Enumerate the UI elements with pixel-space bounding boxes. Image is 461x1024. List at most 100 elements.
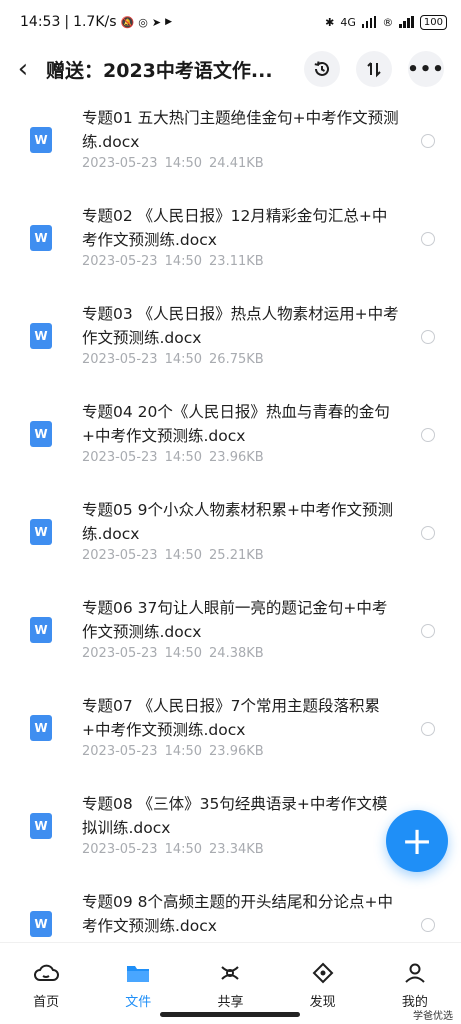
word-doc-icon: W <box>30 323 52 349</box>
file-row[interactable]: W 专题07 《人民日报》7个常用主题段落积累+中考作文预测练.docx 2023-… <box>0 682 461 780</box>
select-checkbox[interactable] <box>421 232 435 246</box>
watermark-small: 学爸优选 <box>413 1011 453 1022</box>
cloud-icon <box>33 961 60 985</box>
file-name: 专题06 37句让人眼前一亮的题记金句+中考作文预测练.docx <box>82 599 388 641</box>
back-button[interactable]: ‹ <box>0 44 46 94</box>
file-time: 14:50 <box>164 548 203 563</box>
file-time: 14:50 <box>164 254 203 269</box>
word-doc-icon: W <box>30 225 52 251</box>
file-size: 23.11KB <box>209 254 264 269</box>
file-date: 2023-05-23 <box>82 450 158 465</box>
status-right: ✱ 4G ® 100 <box>325 14 447 30</box>
home-indicator[interactable] <box>160 1012 300 1017</box>
file-time: 14:50 <box>164 842 203 857</box>
file-row[interactable]: W 专题04 20个《人民日报》热血与青春的金句+中考作文预测练.docx 2023… <box>0 388 461 486</box>
sort-icon <box>367 62 381 78</box>
registered-icon: ® <box>382 15 394 29</box>
select-checkbox[interactable] <box>421 330 435 344</box>
file-meta: 2023-05-23 14:50 25.21KB <box>82 548 271 563</box>
select-checkbox[interactable] <box>421 134 435 148</box>
file-date: 2023-05-23 <box>82 842 158 857</box>
file-meta: 2023-05-23 14:50 24.41KB <box>82 156 271 171</box>
tab-label: 文件 <box>125 995 152 1010</box>
more-button[interactable]: ••• <box>407 51 444 87</box>
chat-icon: ◎ <box>138 15 148 29</box>
select-checkbox[interactable] <box>421 526 435 540</box>
plus-icon: + <box>401 819 433 863</box>
tab-label: 共享 <box>217 995 244 1010</box>
select-checkbox[interactable] <box>421 624 435 638</box>
file-time: 14:50 <box>164 352 203 367</box>
word-doc-icon: W <box>30 127 52 153</box>
file-list: W 专题01 五大热门主题绝佳金句+中考作文预测练.docx 2023-05-23 1… <box>0 94 461 940</box>
file-name: 专题05 9个小众人物素材积累+中考作文预测练.docx <box>82 501 394 543</box>
add-button[interactable]: + <box>386 810 448 872</box>
file-row[interactable]: W 专题06 37句让人眼前一亮的题记金句+中考作文预测练.docx 2023-05… <box>0 584 461 682</box>
wifi-signal-icon <box>399 16 414 28</box>
network-type: 4G <box>340 15 356 29</box>
file-meta: 2023-05-23 14:50 23.34KB <box>82 842 271 857</box>
file-size: 23.34KB <box>209 842 264 857</box>
word-doc-icon: W <box>30 519 52 545</box>
file-size: 24.41KB <box>209 156 264 171</box>
file-date: 2023-05-23 <box>82 352 158 367</box>
page-title: 赠送：2023中考语文作... <box>46 59 273 82</box>
select-checkbox[interactable] <box>421 428 435 442</box>
tab-share[interactable]: 共享 <box>184 943 276 1010</box>
nav-bar: ‹ 赠送：2023中考语文作... ••• <box>0 44 461 94</box>
file-name: 专题04 20个《人民日报》热血与青春的金句+中考作文预测练.docx <box>82 403 390 445</box>
file-name: 专题07 《人民日报》7个常用主题段落积累+中考作文预测练.docx <box>82 697 381 739</box>
word-doc-icon: W <box>30 911 52 937</box>
file-row[interactable]: W 专题05 9个小众人物素材积累+中考作文预测练.docx 2023-05-23 1… <box>0 486 461 584</box>
file-size: 26.75KB <box>209 352 264 367</box>
file-date: 2023-05-23 <box>82 646 158 661</box>
tab-profile[interactable]: 我的 <box>369 943 461 1010</box>
tab-discover[interactable]: 发现 <box>277 943 369 1010</box>
status-divider: | <box>64 14 70 30</box>
file-date: 2023-05-23 <box>82 744 158 759</box>
signal-icon <box>361 16 377 28</box>
bluetooth-icon: ✱ <box>325 15 335 29</box>
share-icon <box>217 961 243 985</box>
discover-icon <box>310 961 336 985</box>
file-name: 专题03 《人民日报》热点人物素材运用+中考作文预测练.docx <box>82 305 399 347</box>
select-checkbox[interactable] <box>421 722 435 736</box>
file-name: 专题09 8个高频主题的开头结尾和分论点+中考作文预测练.docx <box>82 893 394 935</box>
file-row[interactable]: W 专题09 8个高频主题的开头结尾和分论点+中考作文预测练.docx <box>0 878 461 940</box>
file-time: 14:50 <box>164 744 203 759</box>
status-time: 14:53 <box>20 14 61 30</box>
file-size: 23.96KB <box>209 450 264 465</box>
status-left: 14:53 | 1.7K/s 🔕 ◎ ➤ ▶ <box>20 14 172 30</box>
status-bar: 14:53 | 1.7K/s 🔕 ◎ ➤ ▶ ✱ 4G ® 100 <box>0 0 461 44</box>
file-name: 专题02 《人民日报》12月精彩金句汇总+中考作文预测练.docx <box>82 207 388 249</box>
word-doc-icon: W <box>30 617 52 643</box>
file-meta: 2023-05-23 14:50 23.11KB <box>82 254 271 269</box>
file-time: 14:50 <box>164 156 203 171</box>
file-date: 2023-05-23 <box>82 156 158 171</box>
file-meta: 2023-05-23 14:50 23.96KB <box>82 450 271 465</box>
file-name: 专题01 五大热门主题绝佳金句+中考作文预测练.docx <box>82 109 399 151</box>
file-size: 23.96KB <box>209 744 264 759</box>
file-meta: 2023-05-23 14:50 26.75KB <box>82 352 271 367</box>
file-time: 14:50 <box>164 646 203 661</box>
file-time: 14:50 <box>164 450 203 465</box>
file-size: 24.38KB <box>209 646 264 661</box>
history-icon <box>314 61 329 76</box>
file-date: 2023-05-23 <box>82 548 158 563</box>
word-doc-icon: W <box>30 715 52 741</box>
tab-folder[interactable]: 文件 <box>92 943 184 1010</box>
word-doc-icon: W <box>30 421 52 447</box>
sort-button[interactable] <box>356 51 392 87</box>
file-date: 2023-05-23 <box>82 254 158 269</box>
tab-cloud[interactable]: 首页 <box>0 943 92 1010</box>
file-row[interactable]: W 专题02 《人民日报》12月精彩金句汇总+中考作文预测练.docx 2023-0… <box>0 192 461 290</box>
network-speed: 1.7K/s <box>73 14 117 30</box>
history-button[interactable] <box>304 51 340 87</box>
file-size: 25.21KB <box>209 548 264 563</box>
file-row[interactable]: W 专题03 《人民日报》热点人物素材运用+中考作文预测练.docx 2023-05… <box>0 290 461 388</box>
file-row[interactable]: W 专题01 五大热门主题绝佳金句+中考作文预测练.docx 2023-05-23 1… <box>0 94 461 192</box>
file-name: 专题08 《三体》35句经典语录+中考作文模拟训练.docx <box>82 795 388 837</box>
tab-label: 首页 <box>33 995 60 1010</box>
select-checkbox[interactable] <box>421 918 435 932</box>
file-meta: 2023-05-23 14:50 24.38KB <box>82 646 271 661</box>
